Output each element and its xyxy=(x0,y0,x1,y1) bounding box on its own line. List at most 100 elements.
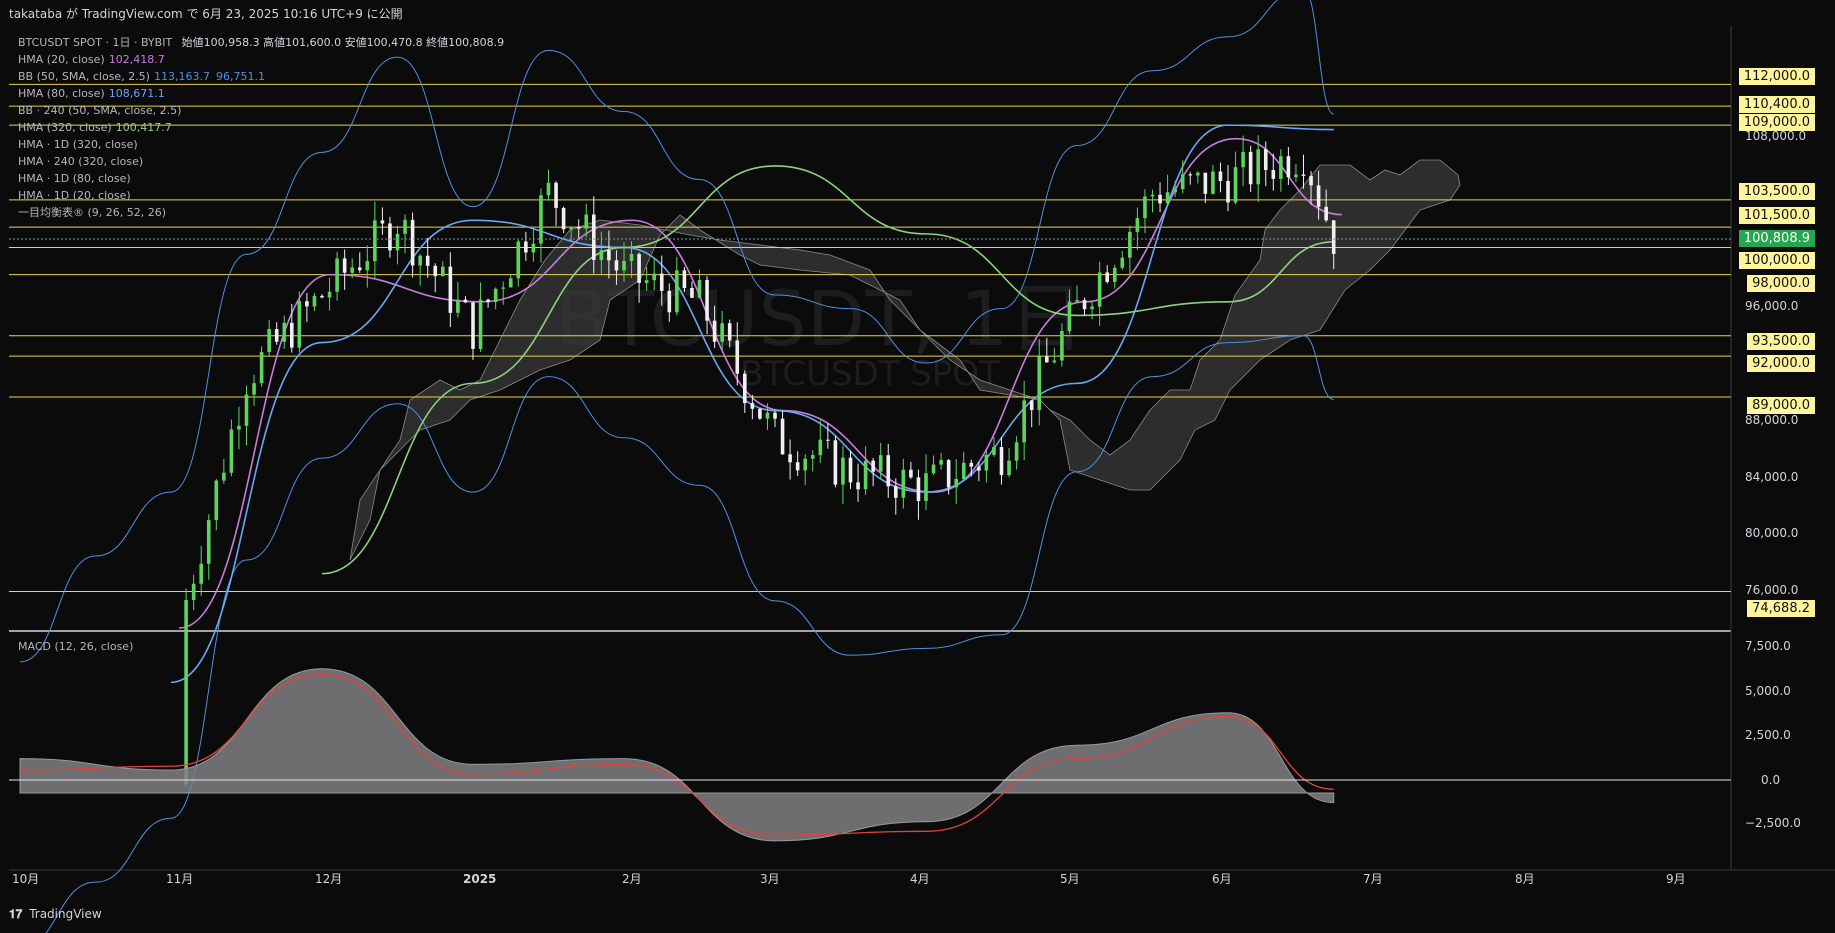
candle-body xyxy=(493,288,498,303)
candle-body xyxy=(1135,218,1140,232)
candle-body xyxy=(259,352,264,384)
candle-body xyxy=(433,265,438,277)
legend-row-bb[interactable]: BB (50, SMA, close, 2.5) 113,163.7 96,751.… xyxy=(18,68,504,85)
candle-body xyxy=(365,261,370,271)
candle-body xyxy=(894,486,898,498)
legend-label: 一目均衡表® (9, 26, 52, 26) xyxy=(18,206,167,219)
macd-pane xyxy=(19,668,1335,842)
candle-body xyxy=(954,478,958,488)
legend-row-hma80[interactable]: HMA (80, close) 108,671.1 xyxy=(18,85,504,102)
candle-body xyxy=(327,291,332,298)
legend-row-hma240-320[interactable]: HMA · 240 (320, close) xyxy=(18,153,504,170)
candle-body xyxy=(1105,272,1109,282)
legend-label: HMA (80, close) xyxy=(18,87,105,100)
price-tick: 96,000.0 xyxy=(1745,299,1798,313)
candle-body xyxy=(916,477,921,501)
candle-body xyxy=(222,472,226,481)
candle-body xyxy=(569,226,573,230)
candle-body xyxy=(886,455,891,487)
candle-body xyxy=(803,458,807,471)
candle-body xyxy=(720,323,724,342)
candle-body xyxy=(1120,257,1125,268)
candle-body xyxy=(1324,206,1328,221)
candle-body xyxy=(1180,174,1185,190)
legend-row-hma1d-320[interactable]: HMA · 1D (320, close) xyxy=(18,136,504,153)
candle-body xyxy=(607,250,611,261)
candle-body xyxy=(244,394,249,426)
candle-body xyxy=(1248,151,1253,185)
candle-body xyxy=(931,464,936,474)
candle-body xyxy=(833,440,838,485)
candle-body xyxy=(1052,360,1057,363)
price-level-label: 92,000.0 xyxy=(1747,355,1815,372)
legend-label: BB (50, SMA, close, 2.5) xyxy=(18,70,150,83)
legend-label: HMA · 1D (80, close) xyxy=(18,172,131,185)
tradingview-logo-icon: 𝟏𝟕 xyxy=(9,907,23,921)
candle-body xyxy=(184,599,188,785)
candle-body xyxy=(592,214,596,261)
time-tick: 5月 xyxy=(1060,872,1080,886)
price-level-label: 110,400.0 xyxy=(1738,96,1815,113)
candle-body xyxy=(969,462,974,467)
candle-body xyxy=(614,260,619,271)
candle-body xyxy=(584,214,589,229)
legend-row-hma1d-20[interactable]: HMA · 1D (20, close) xyxy=(18,187,504,204)
candle-body xyxy=(501,287,505,289)
legend-row-bb240[interactable]: BB · 240 (50, SMA, close, 2.5) xyxy=(18,102,504,119)
candle-body xyxy=(539,195,543,244)
candle-body xyxy=(508,278,513,288)
price-level-label: 101,500.0 xyxy=(1738,207,1815,224)
watermark-subtitle: BTCUSDT SPOT xyxy=(740,354,1000,394)
candle-body xyxy=(743,373,747,404)
legend-symbol-row[interactable]: BTCUSDT SPOT · 1日 · BYBIT 始値100,958.3 高値… xyxy=(18,34,504,51)
candle-body xyxy=(1067,301,1072,331)
candle-body xyxy=(1301,174,1306,176)
price-tick: 108,000.0 xyxy=(1745,129,1806,143)
time-tick: 12月 xyxy=(315,872,342,886)
candle-body xyxy=(305,301,309,307)
candle-body xyxy=(191,583,196,600)
candle-body xyxy=(848,457,853,483)
time-tick: 9月 xyxy=(1666,872,1686,886)
candle-body xyxy=(1309,175,1313,186)
candle-body xyxy=(984,454,989,471)
candle-body xyxy=(531,243,536,253)
legend-value: 102,418.7 xyxy=(108,53,165,66)
candle-body xyxy=(773,412,777,419)
candle-body xyxy=(939,460,943,465)
legend-row-hma1d-80[interactable]: HMA · 1D (80, close) xyxy=(18,170,504,187)
legend-value: 108,671.1 xyxy=(108,87,165,100)
price-level-label: 93,500.0 xyxy=(1747,333,1815,350)
publish-info: takataba が TradingView.com で 6月 23, 2025… xyxy=(9,7,403,21)
legend-label: HMA · 1D (320, close) xyxy=(18,138,138,151)
price-level-label: 103,500.0 xyxy=(1738,183,1815,200)
candle-body xyxy=(199,563,203,584)
candle-body xyxy=(1241,151,1245,168)
candle-body xyxy=(1082,299,1087,310)
legend-row-ichimoku[interactable]: 一目均衡表® (9, 26, 52, 26) xyxy=(18,204,504,221)
macd-tick: 5,000.0 xyxy=(1745,684,1791,698)
watermark-symbol: BTCUSDT, 1日 xyxy=(556,274,1085,363)
candle-body xyxy=(644,280,649,283)
candle-body xyxy=(441,266,445,277)
candle-body xyxy=(765,412,770,419)
candle-body xyxy=(1211,171,1215,194)
time-tick: 7月 xyxy=(1363,872,1383,886)
candle-body xyxy=(682,270,687,288)
macd-title[interactable]: MACD (12, 26, close) xyxy=(18,640,133,653)
legend-row-hma20[interactable]: HMA (20, close) 102,418.7 xyxy=(18,51,504,68)
price-tick: 76,000.0 xyxy=(1745,583,1798,597)
legend-value: 96,751.1 xyxy=(215,70,265,83)
candle-body xyxy=(1045,356,1049,363)
legend-row-hma320[interactable]: HMA (320, close) 100,417.7 xyxy=(18,119,504,136)
price-tick: 80,000.0 xyxy=(1745,526,1798,540)
candle-body xyxy=(471,302,475,349)
price-level-label: 74,688.2 xyxy=(1747,600,1815,617)
legend-symbol: BTCUSDT SPOT · 1日 · BYBIT xyxy=(18,36,173,49)
candle-body xyxy=(690,287,694,298)
price-level-label: 98,000.0 xyxy=(1747,275,1815,292)
legend-label: HMA (20, close) xyxy=(18,53,105,66)
candle-body xyxy=(1075,299,1079,302)
candle-body xyxy=(1037,356,1042,411)
tradingview-footer[interactable]: 𝟏𝟕 TradingView xyxy=(9,907,102,922)
